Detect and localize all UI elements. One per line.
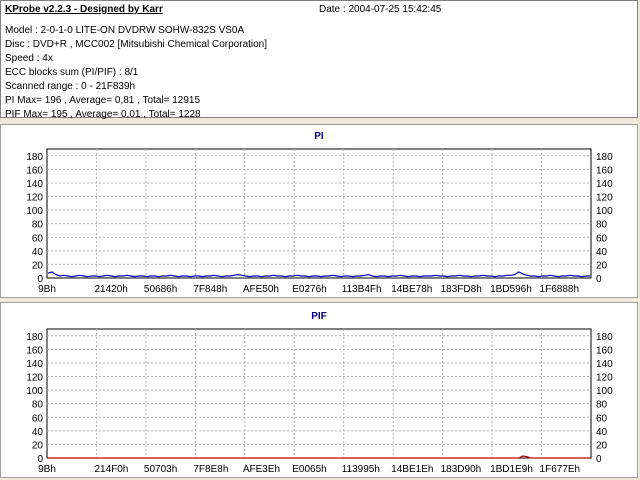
y-tick-label-left: 160 xyxy=(26,165,43,176)
y-tick-label-right: 140 xyxy=(596,179,613,190)
x-tick-label: 1F677Eh xyxy=(540,464,581,475)
x-tick-label: 7F8E8h xyxy=(193,464,228,475)
x-tick-label: 214F0h xyxy=(94,464,128,475)
y-tick-label-right: 160 xyxy=(596,165,613,176)
x-tick-label: 113995h xyxy=(342,464,380,475)
y-tick-label-left: 40 xyxy=(32,427,44,438)
x-tick-label: AFE50h xyxy=(243,284,279,295)
y-tick-label-right: 40 xyxy=(596,427,608,438)
y-tick-label-right: 20 xyxy=(596,260,608,271)
x-tick-label: 9Bh xyxy=(38,284,56,295)
y-tick-label-left: 180 xyxy=(26,332,43,343)
x-tick-label: 183FD8h xyxy=(441,284,482,295)
x-tick-label: 1BD1E9h xyxy=(490,464,533,475)
y-tick-label-right: 180 xyxy=(596,332,613,343)
pi-stats-line: PI Max= 196 , Average= 0,81 , Total= 129… xyxy=(5,95,201,106)
y-tick-label-left: 60 xyxy=(32,413,44,424)
y-tick-label-right: 80 xyxy=(596,400,608,411)
x-tick-label: E0065h xyxy=(292,464,326,475)
speed-line: Speed : 4x xyxy=(5,53,53,64)
x-tick-label: 21420h xyxy=(94,284,127,295)
plot-area xyxy=(46,148,592,279)
y-tick-label-right: 80 xyxy=(596,220,608,231)
x-tick-label: 183D90h xyxy=(441,464,482,475)
y-tick-label-right: 100 xyxy=(596,386,613,397)
y-tick-label-right: 140 xyxy=(596,359,613,370)
x-tick-label: 50703h xyxy=(144,464,177,475)
plot-area xyxy=(46,328,592,459)
x-tick-label: 9Bh xyxy=(38,464,56,475)
pif-chart-panel: PIF 0 0 20 20 40 40 60 60 80 80 100 100 120 120 140 140… xyxy=(0,302,638,478)
y-tick-label-right: 0 xyxy=(596,274,602,285)
x-tick-label: 14BE1Eh xyxy=(391,464,433,475)
y-tick-label-left: 20 xyxy=(32,260,44,271)
y-tick-label-right: 0 xyxy=(596,454,602,465)
y-tick-label-left: 120 xyxy=(26,193,43,204)
disc-line: Disc : DVD+R , MCC002 [Mitsubishi Chemic… xyxy=(5,39,268,50)
y-tick-label-left: 140 xyxy=(26,359,43,370)
y-tick-label-right: 20 xyxy=(596,440,608,451)
y-tick-label-left: 80 xyxy=(32,220,44,231)
x-tick-label: 1F6888h xyxy=(540,284,579,295)
y-tick-label-left: 100 xyxy=(26,386,43,397)
info-panel: KProbe v2.2.3 - Designed by Karr Date : … xyxy=(0,0,638,120)
scan-date: Date : 2004-07-25 15:42:45 xyxy=(319,4,442,15)
x-tick-label: E0276h xyxy=(292,284,326,295)
y-tick-label-right: 120 xyxy=(596,373,613,384)
y-tick-label-right: 60 xyxy=(596,233,608,244)
x-tick-label: AFE3Eh xyxy=(243,464,280,475)
y-tick-label-left: 100 xyxy=(26,206,43,217)
y-tick-label-right: 40 xyxy=(596,247,608,258)
range-line: Scanned range : 0 - 21F839h xyxy=(5,81,136,92)
y-tick-label-right: 160 xyxy=(596,345,613,356)
x-tick-label: 14BE78h xyxy=(391,284,432,295)
x-tick-label: 113B4Fh xyxy=(342,284,382,295)
y-tick-label-right: 180 xyxy=(596,152,613,163)
y-tick-label-left: 180 xyxy=(26,152,43,163)
pif-stats-line: PIF Max= 195 , Average= 0,01 , Total= 12… xyxy=(5,109,201,120)
y-tick-label-right: 60 xyxy=(596,413,608,424)
y-tick-label-left: 120 xyxy=(26,373,43,384)
app-title: KProbe v2.2.3 - Designed by Karr xyxy=(5,4,163,15)
pif-chart: 0 020 2040 4060 6080 80100 100120 120140 140160 1… xyxy=(26,328,613,475)
pi-chart-panel: PI 0 0 20 20 40 40 60 60 80 80 100 100 120 120 140 140 1… xyxy=(0,124,638,298)
y-tick-label-left: 40 xyxy=(32,247,44,258)
pi-chart: 0 020 2040 4060 6080 80100 100120 120140 140160 1… xyxy=(26,148,613,295)
x-tick-label: 50686h xyxy=(144,284,177,295)
model-line: Model : 2-0-1-0 LITE-ON DVDRW SOHW-832S … xyxy=(5,25,245,36)
y-tick-label-left: 140 xyxy=(26,179,43,190)
x-tick-label: 7F848h xyxy=(193,284,227,295)
y-tick-label-left: 20 xyxy=(32,440,44,451)
y-tick-label-left: 160 xyxy=(26,345,43,356)
y-tick-label-left: 80 xyxy=(32,400,44,411)
y-tick-label-right: 120 xyxy=(596,193,613,204)
y-tick-label-right: 100 xyxy=(596,206,613,217)
x-tick-label: 1BD596h xyxy=(490,284,532,295)
ecc-line: ECC blocks sum (PI/PIF) : 8/1 xyxy=(5,67,139,78)
y-tick-label-left: 60 xyxy=(32,233,44,244)
